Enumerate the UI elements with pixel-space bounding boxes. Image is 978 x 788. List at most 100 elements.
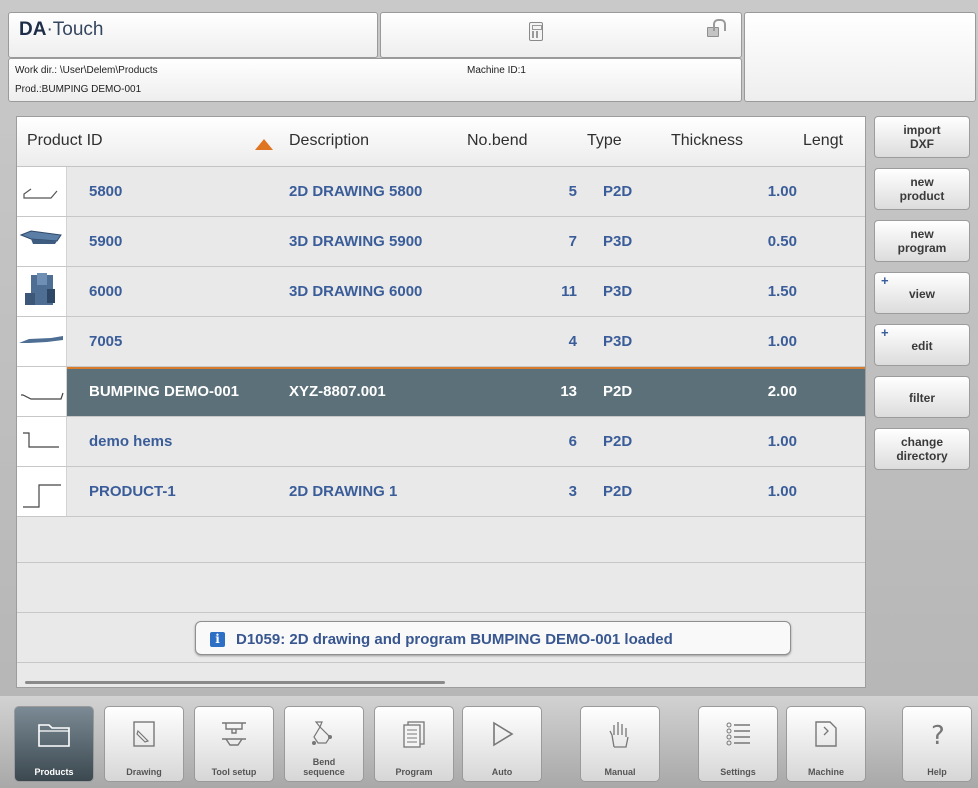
info-icon: i (210, 632, 225, 647)
nav-button-label: Help (927, 767, 947, 777)
current-product: Prod.:BUMPING DEMO-001 (15, 84, 142, 95)
nav-button-manual[interactable]: Manual (580, 706, 660, 782)
side-button-label: view (908, 287, 935, 301)
product-thumbnail (17, 367, 67, 416)
nav-button-help[interactable]: ? Help (902, 706, 972, 782)
nav-button-label: Tool setup (211, 767, 257, 777)
column-product-id[interactable]: Product ID (27, 132, 103, 150)
cell-description: 2D DRAWING 5800 (289, 183, 423, 200)
side-button-filter[interactable]: filter (874, 376, 970, 418)
nav-button-settings[interactable]: Settings (698, 706, 778, 782)
nav-button-label: Program (395, 767, 433, 777)
cell-no-bend: 5 (568, 183, 577, 200)
cell-type: P2D (603, 383, 633, 400)
cell-product-id: PRODUCT-1 (89, 483, 176, 500)
app-logo: DA·Touch (19, 19, 104, 40)
cell-type: P2D (603, 183, 633, 200)
help-icon: ? (903, 717, 971, 751)
cell-type: P2D (603, 483, 633, 500)
side-button-new-product[interactable]: new product (874, 168, 970, 210)
cell-type: P3D (603, 333, 633, 350)
status-panel (380, 12, 742, 58)
cell-description: XYZ-8807.001 (289, 383, 386, 400)
sort-ascending-icon[interactable] (255, 139, 273, 150)
cell-no-bend: 13 (560, 383, 577, 400)
product-thumbnail (17, 267, 67, 316)
nav-button-auto[interactable]: Auto (462, 706, 542, 782)
nav-button-label: Settings (720, 767, 756, 777)
cell-thickness: 1.00 (767, 183, 797, 200)
side-button-view[interactable]: + view (874, 272, 970, 314)
settings-icon (699, 717, 777, 751)
cell-description: 2D DRAWING 1 (289, 483, 398, 500)
nav-button-label: Manual (604, 767, 636, 777)
table-row[interactable]: demo hems 6 P2D 1.00 (17, 417, 865, 467)
nav-button-label: Drawing (126, 767, 162, 777)
side-button-import-dxf[interactable]: import DXF (874, 116, 970, 158)
side-button-edit[interactable]: + edit (874, 324, 970, 366)
cell-type: P2D (603, 433, 633, 450)
table-header: Product ID Description No.bend Type Thic… (17, 117, 865, 167)
play-icon (463, 717, 541, 751)
cell-thickness: 2.00 (767, 383, 797, 400)
table-row[interactable]: 5900 3D DRAWING 5900 7 P3D 0.50 (17, 217, 865, 267)
nav-button-program[interactable]: Program (374, 706, 454, 782)
cell-product-id: 5800 (89, 183, 123, 200)
side-button-change-directory[interactable]: change directory (874, 428, 970, 470)
empty-row (17, 563, 865, 613)
nav-button-label: Auto (491, 767, 513, 777)
plus-icon: + (881, 325, 889, 340)
nav-button-tool-setup[interactable]: Tool setup (194, 706, 274, 782)
cell-no-bend: 6 (568, 433, 577, 450)
cell-no-bend: 7 (568, 233, 577, 250)
cell-product-id: 7005 (89, 333, 123, 350)
table-row[interactable]: BUMPING DEMO-001 XYZ-8807.001 13 P2D 2.00 (17, 367, 865, 417)
side-button-new-program[interactable]: new program (874, 220, 970, 262)
side-button-label: new program (897, 227, 947, 255)
column-no-bend[interactable]: No.bend (467, 132, 528, 150)
cell-thickness: 1.00 (767, 333, 797, 350)
column-type[interactable]: Type (587, 132, 622, 150)
work-directory: Work dir.: \User\Delem\Products (15, 65, 158, 76)
nav-button-drawing[interactable]: Drawing (104, 706, 184, 782)
table-row[interactable]: 6000 3D DRAWING 6000 11 P3D 1.50 (17, 267, 865, 317)
nav-button-label: Machine (807, 767, 844, 777)
cell-thickness: 1.00 (767, 433, 797, 450)
folder-icon (15, 717, 93, 751)
product-thumbnail (17, 317, 67, 366)
column-thickness[interactable]: Thickness (671, 132, 743, 150)
hand-icon (581, 717, 659, 751)
cell-type: P3D (603, 233, 633, 250)
product-thumbnail (17, 467, 67, 516)
title-panel: DA·Touch (8, 12, 378, 58)
header-right-panel (744, 12, 976, 102)
nav-button-machine[interactable]: Machine (786, 706, 866, 782)
column-description[interactable]: Description (289, 132, 369, 150)
pencil-icon (105, 717, 183, 751)
column-length[interactable]: Lengt (803, 132, 843, 150)
unlock-icon[interactable] (707, 19, 726, 37)
table-row[interactable]: 7005 4 P3D 1.00 (17, 317, 865, 367)
machine-icon (787, 717, 865, 751)
nav-button-bend-sequence[interactable]: Bend sequence (284, 706, 364, 782)
product-thumbnail (17, 167, 67, 216)
product-thumbnail (17, 217, 67, 266)
cell-product-id: demo hems (89, 433, 173, 450)
nav-button-label: Products (34, 767, 74, 777)
status-message-text: D1059: 2D drawing and program BUMPING DE… (236, 631, 673, 648)
nav-button-products[interactable]: Products (14, 706, 94, 782)
cell-description: 3D DRAWING 5900 (289, 233, 423, 250)
table-row[interactable]: 5800 2D DRAWING 5800 5 P2D 1.00 (17, 167, 865, 217)
horizontal-scrollbar[interactable] (25, 681, 445, 684)
da-touch-window: DA·Touch Work dir.: \User\Delem\Products… (0, 0, 978, 788)
side-button-label: change directory (896, 435, 948, 463)
nav-button-label: Bend sequence (303, 757, 345, 777)
side-button-label: new product (899, 175, 945, 203)
status-message: i D1059: 2D drawing and program BUMPING … (195, 621, 791, 655)
table-row[interactable]: PRODUCT-1 2D DRAWING 1 3 P2D 1.00 (17, 467, 865, 517)
tools-icon (195, 717, 273, 751)
cell-product-id: BUMPING DEMO-001 (89, 383, 240, 400)
calculator-icon[interactable] (529, 22, 543, 41)
cell-no-bend: 4 (568, 333, 577, 350)
cell-product-id: 6000 (89, 283, 123, 300)
